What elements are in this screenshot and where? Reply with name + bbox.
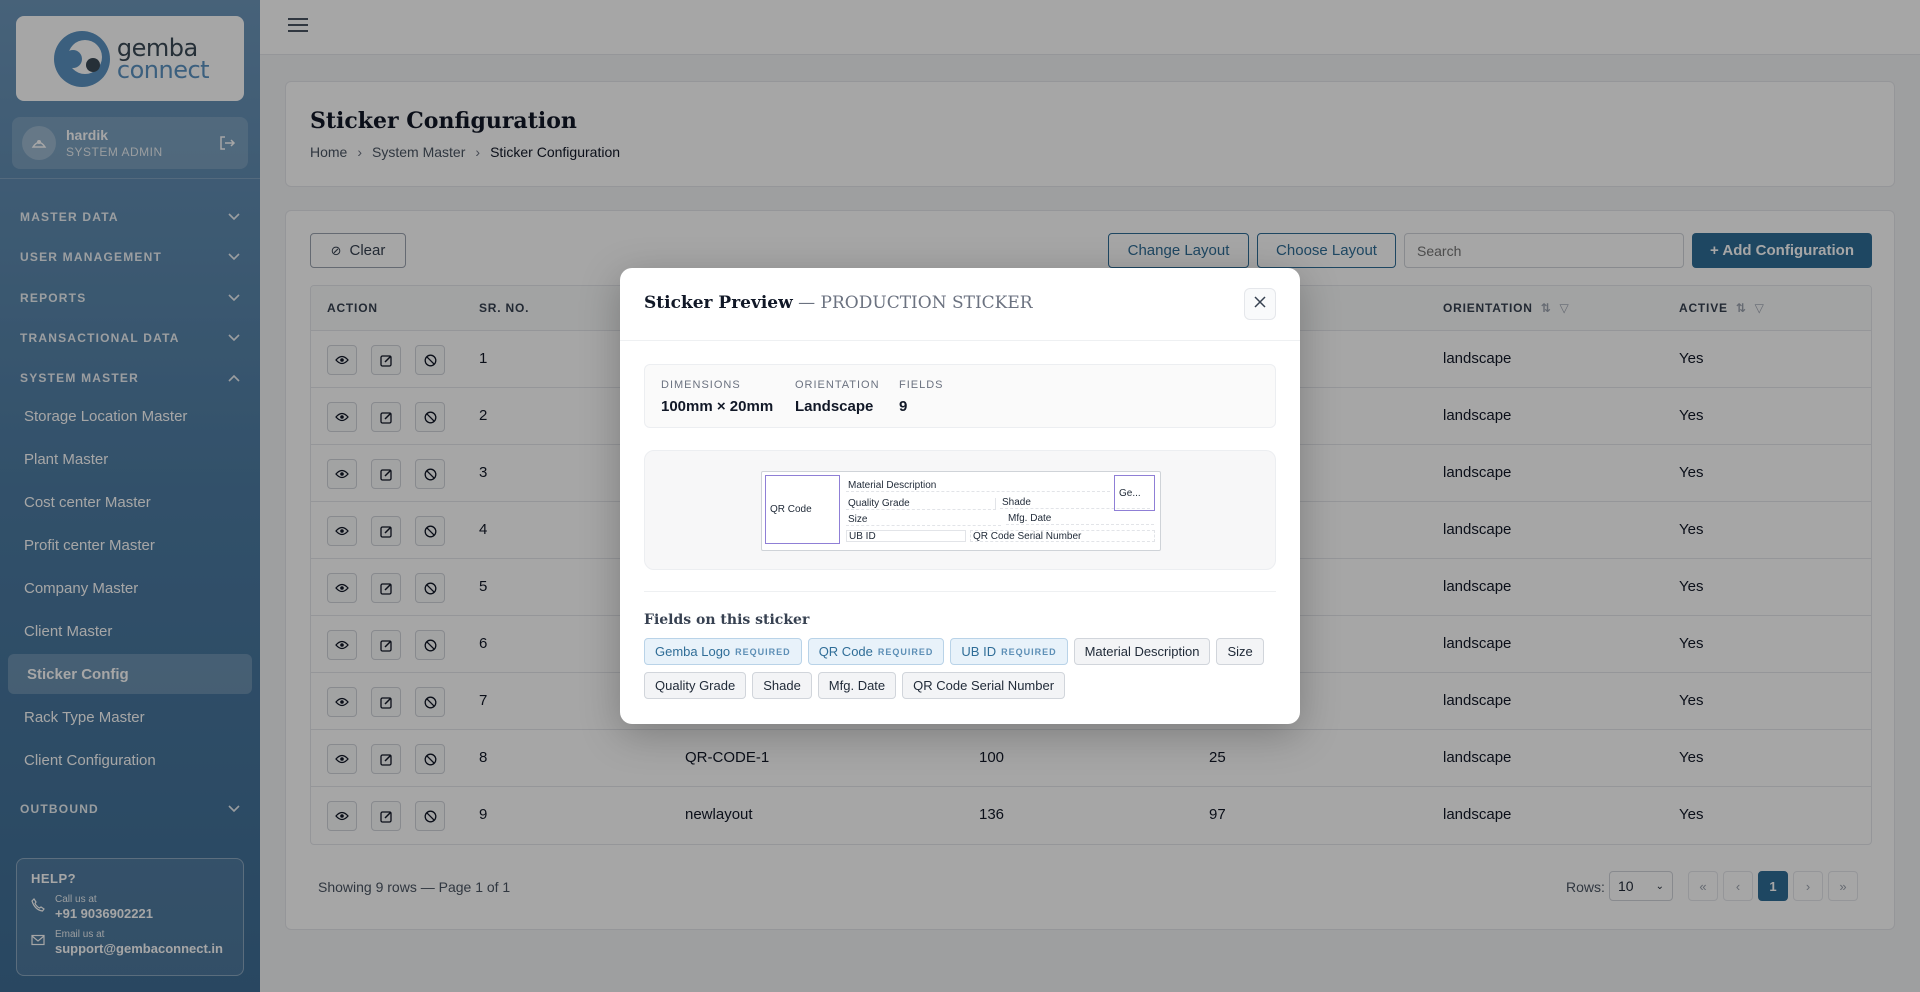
sticker-field-quality: Quality Grade xyxy=(846,498,996,510)
field-chip: QR Code REQUIRED xyxy=(807,638,945,665)
sticker-preview-modal: Sticker Preview — PRODUCTION STICKER DIM… xyxy=(620,268,1300,724)
sticker-field-size: Size xyxy=(846,514,1001,526)
sticker-preview-area: QR Code Material Description Quality Gra… xyxy=(644,450,1276,570)
field-chip-label: Gemba Logo xyxy=(655,644,731,659)
sticker-field-ub-id: UB ID xyxy=(846,530,966,542)
field-chip-label: Size xyxy=(1227,644,1253,659)
meta-value: Landscape xyxy=(795,398,874,415)
modal-subtitle: — PRODUCTION STICKER xyxy=(798,293,1033,313)
fields-title: Fields on this sticker xyxy=(644,612,810,628)
meta-label: DIMENSIONS xyxy=(661,379,741,391)
field-chip-label: Quality Grade xyxy=(655,678,736,693)
required-tag: REQUIRED xyxy=(735,646,791,657)
modal-title-main: Sticker Preview xyxy=(644,293,793,313)
field-chip: UB ID REQUIRED xyxy=(950,638,1068,665)
required-tag: REQUIRED xyxy=(877,646,934,657)
sticker-preview: QR Code Material Description Quality Gra… xyxy=(761,471,1161,551)
close-button[interactable] xyxy=(1244,288,1276,320)
sticker-meta: DIMENSIONS 100mm × 20mm ORIENTATION Land… xyxy=(644,364,1276,428)
meta-label: FIELDS xyxy=(899,379,944,391)
field-chip-label: Material Description xyxy=(1084,644,1200,659)
meta-dimensions: DIMENSIONS 100mm × 20mm xyxy=(661,379,773,415)
field-chip: Gemba Logo REQUIRED xyxy=(644,638,802,665)
field-chip: Quality Grade xyxy=(644,672,747,699)
meta-orientation: ORIENTATION Landscape xyxy=(795,379,880,415)
meta-value: 9 xyxy=(899,398,908,415)
field-chip: Material Description xyxy=(1073,638,1211,665)
meta-label: ORIENTATION xyxy=(795,379,880,391)
modal-title: Sticker Preview — PRODUCTION STICKER xyxy=(644,293,1033,313)
meta-value: 100mm × 20mm xyxy=(661,398,774,415)
field-chip-label: QR Code xyxy=(818,644,873,659)
required-tag: REQUIRED xyxy=(1001,646,1057,657)
sticker-qr-code: QR Code xyxy=(765,475,840,544)
modal-divider xyxy=(620,340,1300,341)
field-chip: Shade xyxy=(752,672,812,699)
field-chip-label: Mfg. Date xyxy=(828,678,886,693)
close-icon xyxy=(1254,295,1266,313)
fields-divider xyxy=(644,591,1276,592)
sticker-field-mfg-date: Mfg. Date xyxy=(1006,513,1154,525)
field-chip: Mfg. Date xyxy=(817,672,897,699)
field-chip: QR Code Serial Number xyxy=(902,672,1066,699)
sticker-field-material: Material Description xyxy=(846,480,1110,492)
field-chip-label: QR Code Serial Number xyxy=(913,678,1055,693)
meta-fields: FIELDS 9 xyxy=(899,379,944,415)
sticker-gemba-logo: Ge... xyxy=(1114,475,1155,511)
field-chip: Size xyxy=(1216,638,1264,665)
field-chip-label: Shade xyxy=(763,678,801,693)
field-chips: Gemba Logo REQUIRED QR Code REQUIRED UB ID RE… xyxy=(644,638,1276,699)
sticker-field-serial: QR Code Serial Number xyxy=(970,530,1155,542)
field-chip-label: UB ID xyxy=(961,644,997,659)
